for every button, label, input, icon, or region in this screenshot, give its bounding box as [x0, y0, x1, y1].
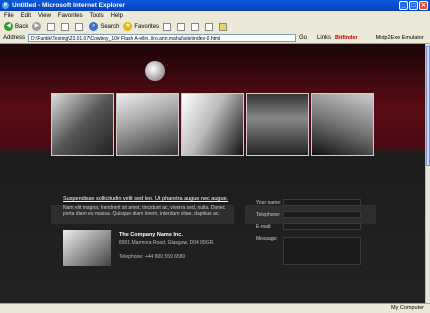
- minimize-button[interactable]: _: [399, 1, 408, 10]
- message-field[interactable]: [283, 237, 361, 265]
- menu-help[interactable]: Help: [111, 13, 123, 19]
- history-icon: [177, 22, 186, 31]
- forward-button[interactable]: ▶: [32, 22, 43, 31]
- photo-woman: [116, 93, 179, 156]
- media-button[interactable]: [163, 22, 173, 31]
- photo-man-portrait: [246, 93, 309, 156]
- menu-favorites[interactable]: Favorites: [58, 13, 83, 19]
- stop-icon: [47, 22, 56, 31]
- mail-icon: [191, 22, 200, 31]
- back-label: Back: [15, 23, 29, 30]
- photo-businessman: [51, 93, 114, 156]
- back-arrow-icon: ◀: [4, 22, 13, 31]
- print-button[interactable]: [205, 22, 215, 31]
- ie-icon: e: [2, 2, 9, 9]
- photo-strip: [51, 93, 374, 156]
- telephone-label: Telephone:: [256, 211, 281, 218]
- company-phone: Telephone: +44 800 559 6580: [119, 254, 186, 260]
- globe-logo-icon: [145, 61, 165, 81]
- stop-button[interactable]: [47, 22, 57, 31]
- menu-edit[interactable]: Edit: [21, 13, 31, 19]
- history-button[interactable]: [177, 22, 187, 31]
- name-field[interactable]: [283, 199, 361, 206]
- refresh-button[interactable]: [61, 22, 71, 31]
- photo-keyboard: [311, 93, 374, 156]
- favorites-button[interactable]: ★ Favorites: [123, 22, 159, 31]
- photo-hands-tie: [181, 93, 244, 156]
- title-bar: e Untitled - Microsoft Internet Explorer…: [0, 0, 430, 11]
- home-button[interactable]: [75, 22, 85, 31]
- intro-text: Suspendisse sollicitudin velit sed leo. …: [63, 196, 233, 217]
- close-button[interactable]: ✕: [419, 1, 428, 10]
- star-icon: ★: [123, 22, 133, 31]
- toolbar: ◀ Back ▶ ⌕ Search ★ Favorites: [0, 20, 430, 34]
- back-button[interactable]: ◀ Back: [4, 22, 28, 31]
- search-label: Search: [100, 23, 120, 30]
- search-icon: ⌕: [89, 22, 99, 31]
- media-icon: [163, 22, 172, 31]
- refresh-icon: [61, 22, 70, 31]
- vertical-scrollbar[interactable]: [425, 44, 430, 303]
- message-label: Message:: [256, 235, 278, 242]
- search-button[interactable]: ⌕ Search: [89, 22, 119, 31]
- address-label: Address: [3, 35, 26, 41]
- address-input[interactable]: D:\Funtik\Testing\23.01.07\Cowboy_10# Fl…: [28, 34, 297, 42]
- building-image: [63, 230, 111, 266]
- home-icon: [75, 22, 84, 31]
- favorites-label: Favorites: [134, 23, 160, 30]
- contact-form: Your name: Telephone: E-mail: Message:: [256, 198, 364, 265]
- menu-view[interactable]: View: [38, 13, 51, 19]
- name-label: Your name:: [256, 199, 282, 206]
- scroll-thumb[interactable]: [426, 46, 430, 166]
- midp-emulator-button[interactable]: Midp2Exe Emulator: [376, 35, 424, 41]
- menu-file[interactable]: File: [4, 13, 14, 19]
- company-info: The Company Name Inc. 8901 Marmora Road,…: [63, 230, 233, 270]
- toolbar-extension[interactable]: Bitfinder: [335, 35, 358, 41]
- print-icon: [205, 22, 214, 31]
- menu-tools[interactable]: Tools: [90, 13, 104, 19]
- folder-icon: [219, 22, 228, 31]
- links-button[interactable]: Links: [317, 35, 331, 41]
- headline-link[interactable]: Suspendisse sollicitudin velit sed leo. …: [63, 196, 233, 202]
- telephone-field[interactable]: [283, 211, 361, 218]
- email-field[interactable]: [283, 223, 361, 230]
- email-label: E-mail:: [256, 223, 272, 230]
- body-text: Nam elit magna, hendrerit sit amet, tinc…: [63, 205, 226, 217]
- folder-button[interactable]: [219, 22, 229, 31]
- window-controls: _ □ ✕: [399, 1, 428, 10]
- company-name: The Company Name Inc.: [119, 232, 183, 238]
- security-zone: My Computer: [390, 305, 424, 311]
- company-address: 8901 Marmora Road, Glasgow, D04 89GR.: [119, 240, 215, 246]
- go-button[interactable]: Go: [299, 35, 307, 41]
- mail-button[interactable]: [191, 22, 201, 31]
- maximize-button[interactable]: □: [409, 1, 418, 10]
- forward-arrow-icon: ▶: [32, 22, 42, 31]
- window-title: Untitled - Microsoft Internet Explorer: [12, 2, 126, 9]
- address-bar: Address D:\Funtik\Testing\23.01.07\Cowbo…: [0, 33, 430, 44]
